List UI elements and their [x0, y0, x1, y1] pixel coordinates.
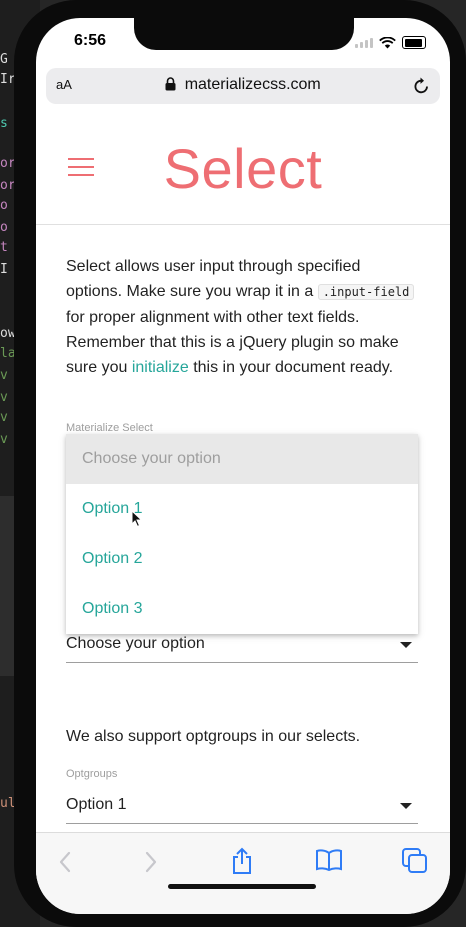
forward-icon[interactable] — [144, 851, 158, 873]
dropdown-option-1[interactable]: Option 1 — [66, 484, 418, 534]
home-indicator[interactable] — [168, 884, 316, 889]
content: Select allows user input through specifi… — [66, 254, 418, 380]
url-display[interactable]: materializecss.com — [46, 76, 440, 94]
url-bar[interactable]: aA materializecss.com — [46, 68, 440, 104]
page-title: Select — [163, 137, 323, 200]
signal-icon — [355, 37, 373, 48]
caret-down-icon — [400, 642, 412, 648]
browser-toolbar — [36, 832, 450, 914]
description: Select allows user input through specifi… — [66, 254, 418, 380]
mouse-cursor-icon — [131, 510, 143, 528]
page-header: Select — [36, 116, 450, 225]
lock-icon — [165, 77, 176, 91]
status-time: 6:56 — [74, 32, 107, 49]
tabs-icon[interactable] — [402, 848, 428, 874]
description-part1: Select allows user input through specifi… — [66, 258, 361, 300]
description-part3: this in your document ready. — [193, 359, 394, 376]
optgroups-label: Optgroups — [66, 768, 118, 780]
share-icon[interactable] — [230, 847, 254, 875]
wifi-icon — [379, 36, 396, 48]
dropdown-option-3[interactable]: Option 3 — [66, 584, 418, 634]
select-dropdown: Choose your option Option 1 Option 2 Opt… — [66, 434, 418, 634]
optgroups-select[interactable]: Option 1 — [66, 783, 418, 824]
battery-icon — [402, 36, 426, 49]
bookmarks-icon[interactable] — [316, 849, 342, 871]
dropdown-option-placeholder: Choose your option — [66, 434, 418, 484]
select-value: Choose your option — [66, 635, 205, 652]
notch — [134, 18, 354, 50]
reload-icon[interactable] — [413, 77, 430, 95]
code-snippet: .input-field — [317, 284, 415, 300]
phone-screen: 6:56 aA materializecss.com Select Select… — [36, 18, 450, 914]
dropdown-option-2[interactable]: Option 2 — [66, 534, 418, 584]
caret-down-icon — [400, 803, 412, 809]
status-icons — [355, 36, 426, 49]
optgroups-text: We also support optgroups in our selects… — [66, 728, 361, 745]
phone-frame: 6:56 aA materializecss.com Select Select… — [14, 0, 466, 927]
optgroups-value: Option 1 — [66, 796, 127, 813]
initialize-link[interactable]: initialize — [132, 359, 189, 376]
url-text: materializecss.com — [184, 76, 321, 93]
select-label: Materialize Select — [66, 422, 153, 434]
back-icon[interactable] — [58, 851, 72, 873]
